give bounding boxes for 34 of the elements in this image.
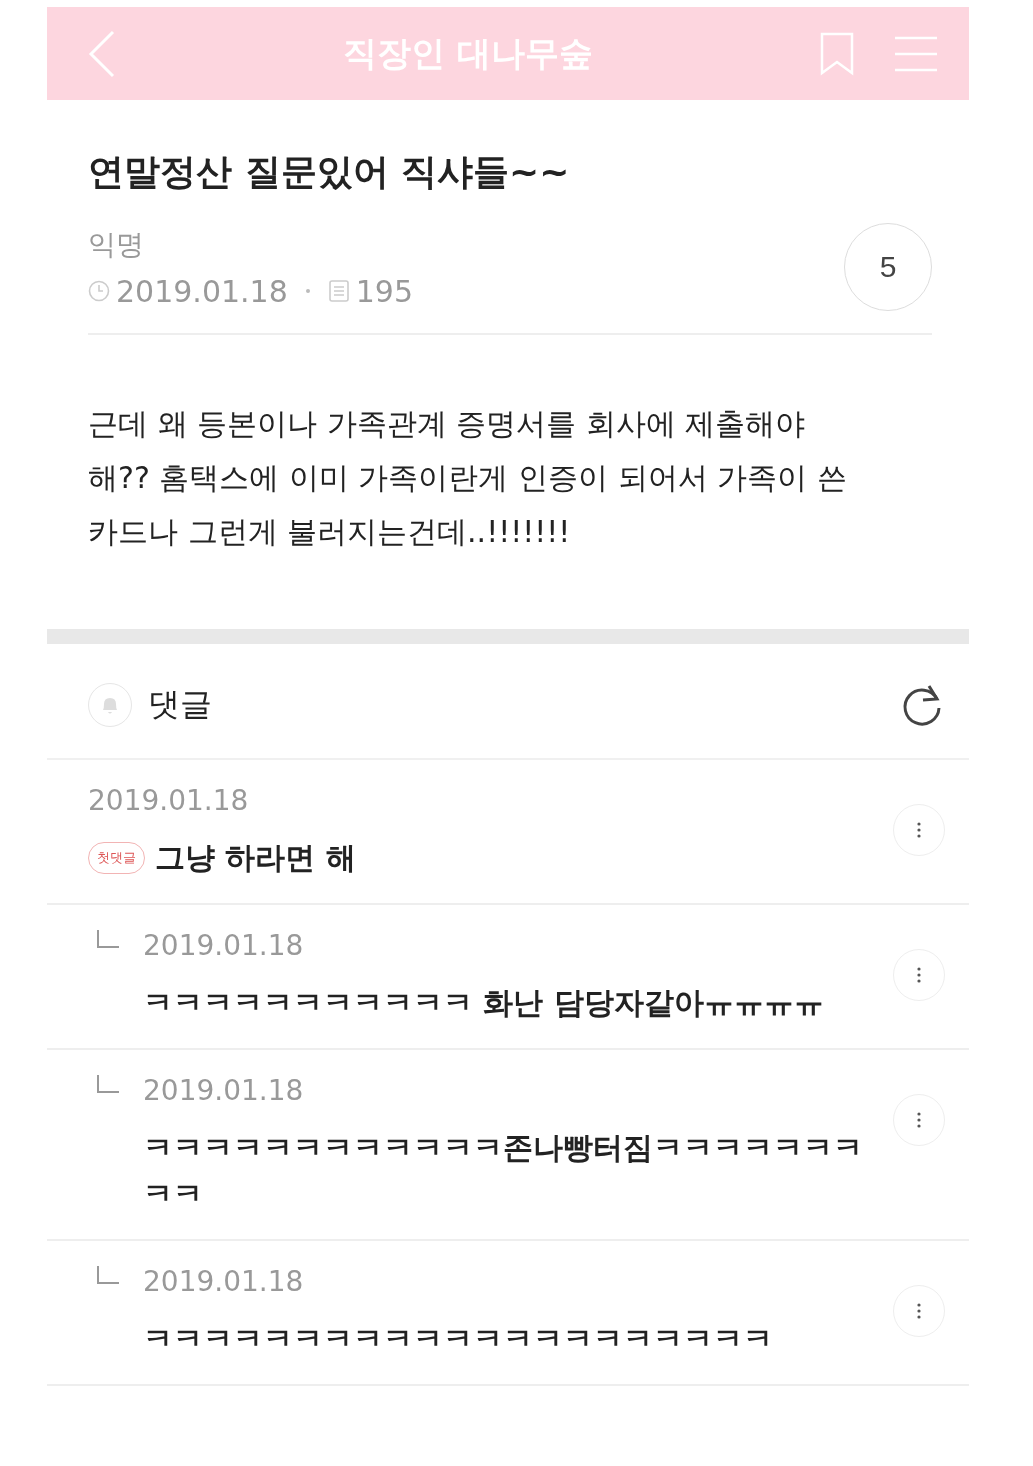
comment-date: 2019.01.18 (88, 784, 249, 817)
view-count: 195 (355, 273, 414, 309)
comments-heading: 댓글 (148, 684, 212, 725)
reply-icon (97, 1265, 119, 1284)
bookmark-icon (819, 31, 855, 76)
separator-dot (305, 289, 310, 293)
more-icon (917, 1112, 921, 1128)
comment-date: 2019.01.18 (143, 1265, 304, 1298)
comment-date: 2019.01.18 (143, 1074, 304, 1107)
comment-date: 2019.01.18 (143, 929, 304, 962)
more-options-button[interactable] (893, 1285, 945, 1337)
comment-count-button[interactable]: 5 (844, 223, 932, 311)
more-icon (917, 967, 921, 983)
author-name: 익명 (88, 226, 145, 263)
comment-text: ㅋㅋㅋㅋㅋㅋㅋㅋㅋㅋㅋㅋㅋㅋㅋㅋㅋㅋㅋㅋㅋ (143, 1320, 773, 1358)
comment-text: 그냥 하라면 해 (155, 839, 356, 877)
post-date: 2019.01.18 (116, 273, 288, 309)
comment-text: ㅋㅋㅋㅋㅋㅋㅋㅋㅋㅋㅋㅋ존나빵터짐ㅋㅋㅋㅋㅋㅋㅋㅋㅋ (143, 1129, 863, 1213)
reply-icon (97, 1074, 119, 1093)
post-title: 연말정산 질문있어 직샤들~~ (88, 150, 571, 194)
more-options-button[interactable] (893, 804, 945, 856)
document-icon (327, 280, 350, 302)
bookmark-button[interactable] (819, 31, 855, 76)
clock-icon (88, 280, 110, 302)
more-options-button[interactable] (893, 949, 945, 1001)
post-body: 근데 왜 등본이나 가족관계 증명서를 회사에 제출해야 해?? 홈택스에 이미 가족이란게 인증이 되어서 가족이 쓴 카드나 그런게 불러지는건데..!!!!!!! (88, 405, 848, 551)
reply-icon (97, 929, 119, 948)
more-options-button[interactable] (893, 1094, 945, 1146)
back-button[interactable] (87, 28, 117, 79)
notification-button[interactable] (88, 683, 132, 727)
back-icon (87, 28, 117, 79)
more-icon (917, 1303, 921, 1319)
more-icon (917, 822, 921, 838)
comment-text: ㅋㅋㅋㅋㅋㅋㅋㅋㅋㅋㅋ 화난 담당자같아ㅠㅠㅠㅠ (143, 984, 824, 1022)
